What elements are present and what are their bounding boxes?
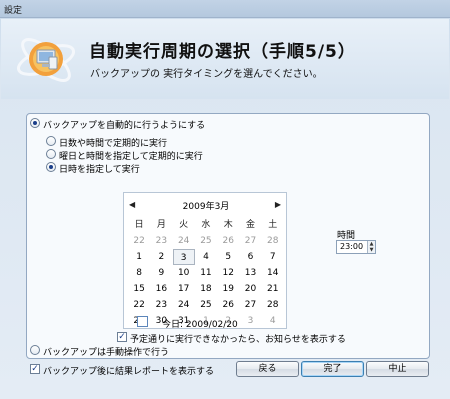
cancel-button[interactable]: 中止: [366, 361, 429, 377]
weekday-wed: 水: [201, 220, 211, 230]
back-button[interactable]: 戻る: [236, 361, 299, 377]
weekday-thu: 木: [223, 220, 233, 230]
day-cell[interactable]: 1: [128, 249, 150, 265]
spin-down-icon[interactable]: ▼: [368, 247, 375, 253]
notify-checkbox[interactable]: ✓: [117, 332, 127, 342]
weekday-sat: 土: [268, 220, 278, 230]
day-cell[interactable]: 26: [217, 233, 239, 249]
manual-backup-label: バックアップは手動操作で行う: [43, 348, 170, 358]
calendar-month: 2009年3月: [182, 202, 230, 212]
today-marker[interactable]: [137, 316, 148, 327]
day-cell[interactable]: 8: [128, 265, 150, 281]
header-panel: 自動実行周期の選択（手順5/5） バックアップの 実行タイミングを選んでください…: [1, 19, 449, 99]
page-subtitle: バックアップの 実行タイミングを選んでください。: [90, 69, 323, 80]
week-row: 8 9 10 11 12 13 14: [128, 265, 284, 281]
weekday-tue: 火: [179, 220, 189, 230]
datetime-radio[interactable]: [46, 162, 56, 172]
time-spinner[interactable]: ▲ ▼: [367, 241, 375, 253]
day-cell[interactable]: 14: [262, 265, 284, 281]
today-label[interactable]: 今日: 2009/02/20: [162, 317, 238, 330]
window-title: 設定: [4, 6, 23, 16]
week-row: 22 23 24 25 26 27 28: [128, 233, 284, 249]
auto-backup-label: バックアップを自動的に行うようにする: [43, 121, 206, 131]
day-cell[interactable]: 19: [217, 281, 239, 297]
weekday-radio[interactable]: [46, 149, 56, 159]
day-cell[interactable]: 17: [173, 281, 195, 297]
day-cell[interactable]: 24: [173, 297, 195, 313]
day-cell[interactable]: 25: [195, 233, 217, 249]
report-checkbox[interactable]: ✓: [30, 364, 40, 374]
week-row: 15 16 17 18 19 20 21: [128, 281, 284, 297]
day-cell[interactable]: 21: [262, 281, 284, 297]
selected-day-cell[interactable]: 3: [172, 249, 195, 265]
week-row: 1 2 3 4 5 6 7: [128, 249, 284, 265]
day-cell[interactable]: 13: [239, 265, 261, 281]
interval-radio[interactable]: [46, 136, 56, 146]
day-cell[interactable]: 15: [128, 281, 150, 297]
day-cell[interactable]: 5: [217, 249, 239, 265]
day-cell[interactable]: 3: [239, 313, 261, 329]
weekday-label: 曜日と時間を指定して定期的に実行: [59, 152, 203, 162]
day-cell[interactable]: 22: [128, 233, 150, 249]
auto-backup-radio[interactable]: [30, 118, 40, 128]
finish-button[interactable]: 完了: [301, 361, 364, 377]
day-cell[interactable]: 16: [150, 281, 172, 297]
day-cell[interactable]: 28: [262, 297, 284, 313]
day-cell[interactable]: 4: [195, 249, 217, 265]
title-bar: 設定: [0, 0, 450, 18]
datetime-label: 日時を指定して実行: [59, 165, 140, 175]
calendar-grid: 日 月 火 水 木 金 土 22 23 24 25 26 27 28 1 2 3: [128, 217, 284, 329]
day-cell[interactable]: 24: [173, 233, 195, 249]
report-label: バックアップ後に結果レポートを表示する: [43, 367, 215, 377]
manual-backup-radio[interactable]: [30, 345, 40, 355]
notify-label: 予定通りに実行できなかったら、お知らせを表示する: [130, 335, 346, 345]
day-cell[interactable]: 4: [262, 313, 284, 329]
week-row: 22 23 24 25 26 27 28: [128, 297, 284, 313]
day-cell[interactable]: 9: [150, 265, 172, 281]
prev-month-icon[interactable]: ◀: [129, 200, 135, 209]
day-cell[interactable]: 2: [150, 249, 172, 265]
next-month-icon[interactable]: ▶: [275, 200, 281, 209]
weekday-header: 日 月 火 水 木 金 土: [128, 217, 284, 233]
interval-label: 日数や時間で定期的に実行: [59, 139, 168, 149]
day-cell[interactable]: 23: [150, 233, 172, 249]
day-cell[interactable]: 28: [262, 233, 284, 249]
day-cell[interactable]: 23: [150, 297, 172, 313]
day-cell[interactable]: 22: [128, 297, 150, 313]
day-cell[interactable]: 7: [262, 249, 284, 265]
page-title: 自動実行周期の選択（手順5/5）: [89, 42, 356, 62]
day-cell[interactable]: 27: [239, 233, 261, 249]
day-cell[interactable]: 20: [239, 281, 261, 297]
day-cell[interactable]: 18: [195, 281, 217, 297]
day-cell[interactable]: 26: [217, 297, 239, 313]
backup-logo-icon: [16, 38, 76, 82]
day-cell[interactable]: 12: [217, 265, 239, 281]
settings-window: 設定 自動実行周期の選択（手順5/5） バックアップの 実行タイミングを選んでく…: [0, 0, 450, 399]
day-cell[interactable]: 6: [239, 249, 261, 265]
weekday-fri: 金: [245, 220, 255, 230]
weekday-mon: 月: [156, 220, 166, 230]
day-cell[interactable]: 27: [239, 297, 261, 313]
weekday-sun: 日: [134, 220, 144, 230]
calendar: 2009年3月 ◀ ▶ 日 月 火 水 木 金 土 22 23 24 25 26…: [123, 192, 287, 330]
day-cell[interactable]: 11: [195, 265, 217, 281]
day-cell[interactable]: 10: [173, 265, 195, 281]
day-cell[interactable]: 25: [195, 297, 217, 313]
